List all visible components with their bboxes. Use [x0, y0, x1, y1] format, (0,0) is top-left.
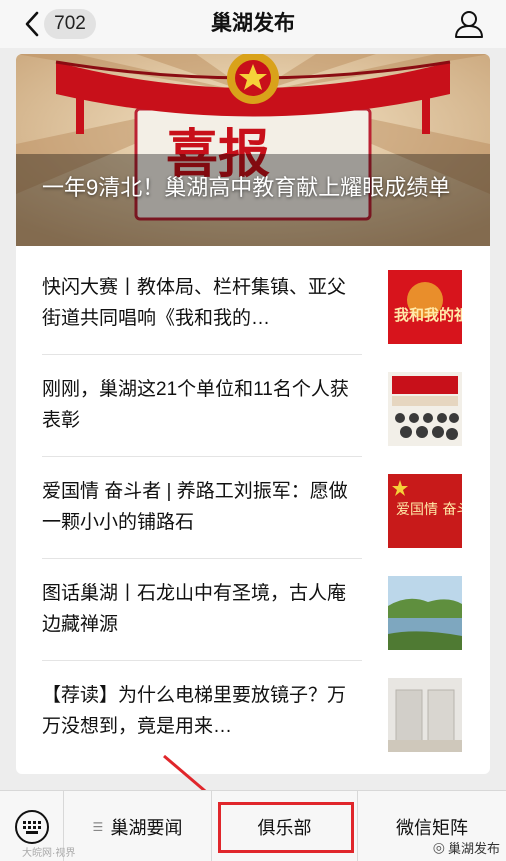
menu-list-icon: ☰ [92, 819, 104, 834]
list-item[interactable]: 【荐读】为什么电梯里要放镜子？万万没想到，竟是用来… [16, 660, 490, 762]
article-title: 图话巢湖丨石龙山中有圣境，古人庵边藏禅源 [42, 583, 347, 635]
hero-article[interactable]: 喜报 一年9清北！巢湖高中教育献上耀眼成绩单 [16, 54, 490, 246]
highlight-box [218, 802, 354, 853]
list-item[interactable]: 快闪大赛丨教体局、栏杆集镇、亚父街道共同唱响《我和我的… 我和我的祖国 [16, 252, 490, 354]
watermark-left: 大皖网·视界 [22, 848, 76, 859]
menu-tab-news[interactable]: ☰ 巢湖要闻 [64, 791, 212, 861]
hero-image: 喜报 [16, 54, 490, 246]
wechat-icon: ◎ [432, 839, 445, 855]
article-thumbnail [388, 372, 462, 446]
article-thumbnail [388, 576, 462, 650]
list-item[interactable]: 刚刚，巢湖这21个单位和11名个人获表彰 [16, 354, 490, 456]
article-list-card: 喜报 一年9清北！巢湖高中教育献上耀眼成绩单 快闪大赛丨教体局、栏杆集镇、亚父街… [16, 54, 490, 774]
article-thumbnail: 我和我的祖国 [388, 270, 462, 344]
svg-text:爱国情 奋斗者: 爱国情 奋斗者 [396, 502, 462, 518]
hero-headline: 一年9清北！巢湖高中教育献上耀眼成绩单 [42, 175, 451, 200]
menu-tab-label: 微信矩阵 [396, 817, 468, 838]
article-title: 爱国情 奋斗者 | 养路工刘振军：愿做一颗小小的铺路石 [42, 481, 348, 533]
menu-tab-label: 巢湖要闻 [110, 817, 183, 838]
list-item[interactable]: 图话巢湖丨石龙山中有圣境，古人庵边藏禅源 [16, 558, 490, 660]
article-title: 快闪大赛丨教体局、栏杆集镇、亚父街道共同唱响《我和我的… [42, 277, 347, 329]
svg-text:我和我的祖国: 我和我的祖国 [394, 306, 462, 324]
article-thumbnail [388, 678, 462, 752]
profile-icon[interactable] [454, 9, 484, 39]
list-item[interactable]: 爱国情 奋斗者 | 养路工刘振军：愿做一颗小小的铺路石 爱国情 奋斗者 [16, 456, 490, 558]
watermark-right: ◎ 巢湖发布 [432, 839, 500, 856]
top-nav-bar: 702 巢湖发布 [0, 0, 506, 48]
article-thumbnail: 爱国情 奋斗者 [388, 474, 462, 548]
article-title: 【荐读】为什么电梯里要放镜子？万万没想到，竟是用来… [42, 685, 347, 737]
article-title: 刚刚，巢湖这21个单位和11名个人获表彰 [42, 379, 349, 431]
page-title: 巢湖发布 [211, 12, 295, 35]
keyboard-icon [14, 809, 49, 844]
